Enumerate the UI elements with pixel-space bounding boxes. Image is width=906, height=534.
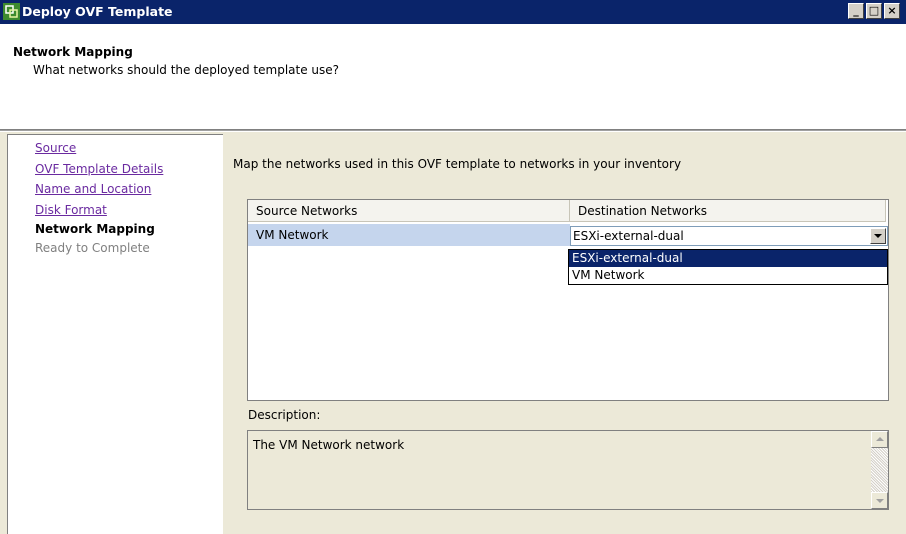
deploy-ovf-window: Deploy OVF Template _ □ × Network Mappin…	[0, 0, 906, 534]
step-disk-format[interactable]: Disk Format	[35, 203, 107, 217]
window-title: Deploy OVF Template	[22, 4, 173, 19]
destination-network-value: ESXi-external-dual	[573, 229, 684, 243]
description-scrollbar[interactable]	[871, 431, 888, 509]
step-ovf-template-details[interactable]: OVF Template Details	[35, 162, 163, 176]
page-subtitle: What networks should the deployed templa…	[33, 63, 340, 77]
description-box: The VM Network network	[247, 430, 889, 510]
minimize-button[interactable]: _	[848, 3, 864, 19]
scroll-down-icon[interactable]	[871, 492, 888, 509]
dropdown-option[interactable]: ESXi-external-dual	[569, 250, 887, 267]
column-header-source[interactable]: Source Networks	[248, 200, 570, 222]
scroll-track[interactable]	[871, 448, 888, 492]
description-label: Description:	[248, 408, 321, 422]
vsphere-app-icon	[3, 3, 20, 20]
network-mapping-table: Source Networks Destination Networks VM …	[247, 199, 889, 401]
scroll-up-icon[interactable]	[871, 431, 888, 448]
maximize-button[interactable]: □	[866, 3, 882, 19]
destination-dropdown-list: ESXi-external-dual VM Network	[568, 249, 888, 285]
title-bar: Deploy OVF Template _ □ ×	[0, 0, 906, 24]
step-source[interactable]: Source	[35, 141, 76, 155]
page-title: Network Mapping	[13, 45, 133, 59]
step-name-and-location[interactable]: Name and Location	[35, 182, 151, 196]
wizard-steps-pane: Source OVF Template Details Name and Loc…	[7, 134, 223, 534]
column-header-destination[interactable]: Destination Networks	[570, 200, 886, 222]
wizard-header: Network Mapping What networks should the…	[0, 24, 906, 130]
source-network-cell: VM Network	[256, 228, 329, 242]
header-divider	[0, 130, 906, 132]
destination-network-select[interactable]: ESXi-external-dual	[570, 226, 888, 246]
close-button[interactable]: ×	[884, 3, 900, 19]
dropdown-option[interactable]: VM Network	[569, 267, 887, 284]
instruction-text: Map the networks used in this OVF templa…	[233, 157, 682, 171]
chevron-down-icon[interactable]	[870, 228, 886, 244]
table-row[interactable]: VM Network	[248, 224, 570, 246]
description-text: The VM Network network	[253, 438, 405, 452]
step-network-mapping: Network Mapping	[35, 222, 155, 236]
step-ready-to-complete: Ready to Complete	[35, 241, 150, 255]
